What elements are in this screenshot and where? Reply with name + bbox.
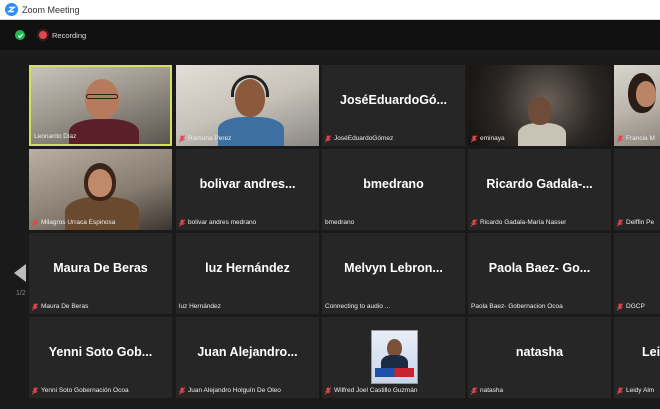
participant-tile[interactable]: Ramona Perez bbox=[176, 65, 319, 146]
participant-display-name: Maura De Beras bbox=[53, 261, 148, 275]
participant-display-name: Melvyn Lebron... bbox=[344, 261, 443, 275]
encryption-shield-icon[interactable] bbox=[15, 30, 25, 40]
participant-tile[interactable]: Ricardo Gadala-... Ricardo Gadala-María … bbox=[468, 149, 611, 230]
muted-mic-icon bbox=[471, 386, 477, 395]
participant-name-label: Milagros Urraca Espinosa bbox=[32, 217, 115, 228]
participant-name-label: Wilfred Joel Castillo Guzmán bbox=[325, 385, 417, 396]
participant-display-name: Juan Alejandro... bbox=[197, 345, 298, 359]
participant-display-name: JoséEduardoGó... bbox=[340, 93, 447, 107]
participant-name-label: eminaya bbox=[471, 133, 505, 144]
banner-graphic bbox=[375, 368, 414, 377]
muted-mic-icon bbox=[617, 218, 623, 227]
muted-mic-icon bbox=[471, 134, 477, 143]
recording-dot-icon[interactable] bbox=[39, 31, 47, 39]
participant-tile[interactable]: bolivar andres... bolivar andres medrano bbox=[176, 149, 319, 230]
muted-mic-icon bbox=[179, 134, 185, 143]
muted-mic-icon bbox=[617, 386, 623, 395]
participant-name-label: DGCP bbox=[617, 301, 645, 312]
muted-mic-icon bbox=[32, 302, 38, 311]
participant-name-label: Francia M bbox=[617, 133, 655, 144]
participant-tile[interactable]: Leonardo Diaz bbox=[29, 65, 172, 146]
participant-tile[interactable]: Yenni Soto Gob... Yenni Soto Gobernación… bbox=[29, 317, 172, 398]
muted-mic-icon bbox=[471, 218, 477, 227]
muted-mic-icon bbox=[32, 386, 38, 395]
participant-tile[interactable]: Wilfred Joel Castillo Guzmán bbox=[322, 317, 465, 398]
participant-display-name: Yenni Soto Gob... bbox=[48, 345, 153, 359]
participant-name-label: Connecting to audio ... bbox=[325, 303, 391, 310]
participant-name-label: bmedrano bbox=[325, 219, 355, 226]
participant-tile[interactable]: Maura De Beras Maura De Beras bbox=[29, 233, 172, 314]
participant-display-name: Lei bbox=[642, 345, 660, 359]
muted-mic-icon bbox=[179, 386, 185, 395]
muted-mic-icon bbox=[617, 302, 623, 311]
muted-mic-icon bbox=[617, 134, 623, 143]
participant-tile[interactable]: Paola Baez- Go... Paola Baez- Gobernacio… bbox=[468, 233, 611, 314]
participant-display-name: bmedrano bbox=[363, 177, 424, 191]
participant-tile[interactable]: JoséEduardoGó... JoséEduardoGómez bbox=[322, 65, 465, 146]
participant-name-label: Leonardo Diaz bbox=[34, 133, 77, 140]
participant-name-label: Ramona Perez bbox=[179, 133, 231, 144]
participant-name-label: Juan Alejandro Holguín De Oleo bbox=[179, 385, 281, 396]
participant-display-name: Ricardo Gadala-... bbox=[486, 177, 593, 191]
participant-tile[interactable]: Juan Alejandro... Juan Alejandro Holguín… bbox=[176, 317, 319, 398]
muted-mic-icon bbox=[325, 386, 331, 395]
participant-tile[interactable]: Delffin Pe bbox=[614, 149, 660, 230]
page-indicator: 1/2 bbox=[16, 290, 26, 297]
participant-name-label: bolivar andres medrano bbox=[179, 217, 256, 228]
participant-tile[interactable]: Melvyn Lebron... Connecting to audio ... bbox=[322, 233, 465, 314]
zoom-logo-icon bbox=[5, 3, 18, 16]
participant-name-label: Delffin Pe bbox=[617, 217, 654, 228]
participant-display-name: Paola Baez- Go... bbox=[488, 261, 591, 275]
participant-display-name: natasha bbox=[515, 345, 564, 359]
participant-tile[interactable]: natasha natasha bbox=[468, 317, 611, 398]
recording-label: Recording bbox=[52, 30, 87, 40]
participant-name-label: luz Hernández bbox=[179, 303, 221, 310]
participant-tile[interactable]: Francia M bbox=[614, 65, 660, 146]
muted-mic-icon bbox=[32, 218, 38, 227]
participant-tile[interactable]: DGCP bbox=[614, 233, 660, 314]
muted-mic-icon bbox=[179, 218, 185, 227]
participant-tile[interactable]: Milagros Urraca Espinosa bbox=[29, 149, 172, 230]
participant-name-label: natasha bbox=[471, 385, 503, 396]
participant-display-name: luz Hernández bbox=[205, 261, 290, 275]
window-titlebar: Zoom Meeting bbox=[0, 0, 660, 20]
participant-tile[interactable]: Lei Leidy Alm bbox=[614, 317, 660, 398]
participant-name-label: Leidy Alm bbox=[617, 385, 654, 396]
window-title: Zoom Meeting bbox=[22, 4, 80, 15]
previous-page-arrow-icon[interactable] bbox=[14, 264, 26, 282]
participant-name-label: JoséEduardoGómez bbox=[325, 133, 393, 144]
participant-name-label: Ricardo Gadala-María Nasser bbox=[471, 217, 566, 228]
participant-name-label: Maura De Beras bbox=[32, 301, 88, 312]
meeting-top-bar: Recording bbox=[0, 20, 660, 50]
participant-tile[interactable]: luz Hernández luz Hernández bbox=[176, 233, 319, 314]
participant-tile[interactable]: bmedrano bmedrano bbox=[322, 149, 465, 230]
participant-display-name: bolivar andres... bbox=[199, 177, 296, 191]
participant-tile[interactable]: eminaya bbox=[468, 65, 611, 146]
muted-mic-icon bbox=[325, 134, 331, 143]
gallery-view: Leonardo Diaz Ramona Perez JoséEduardoGó… bbox=[0, 50, 660, 409]
participant-name-label: Yenni Soto Gobernación Ocoa bbox=[32, 385, 129, 396]
participant-name-label: Paola Baez- Gobernacion Ocoa bbox=[471, 303, 563, 310]
profile-picture bbox=[371, 330, 418, 384]
